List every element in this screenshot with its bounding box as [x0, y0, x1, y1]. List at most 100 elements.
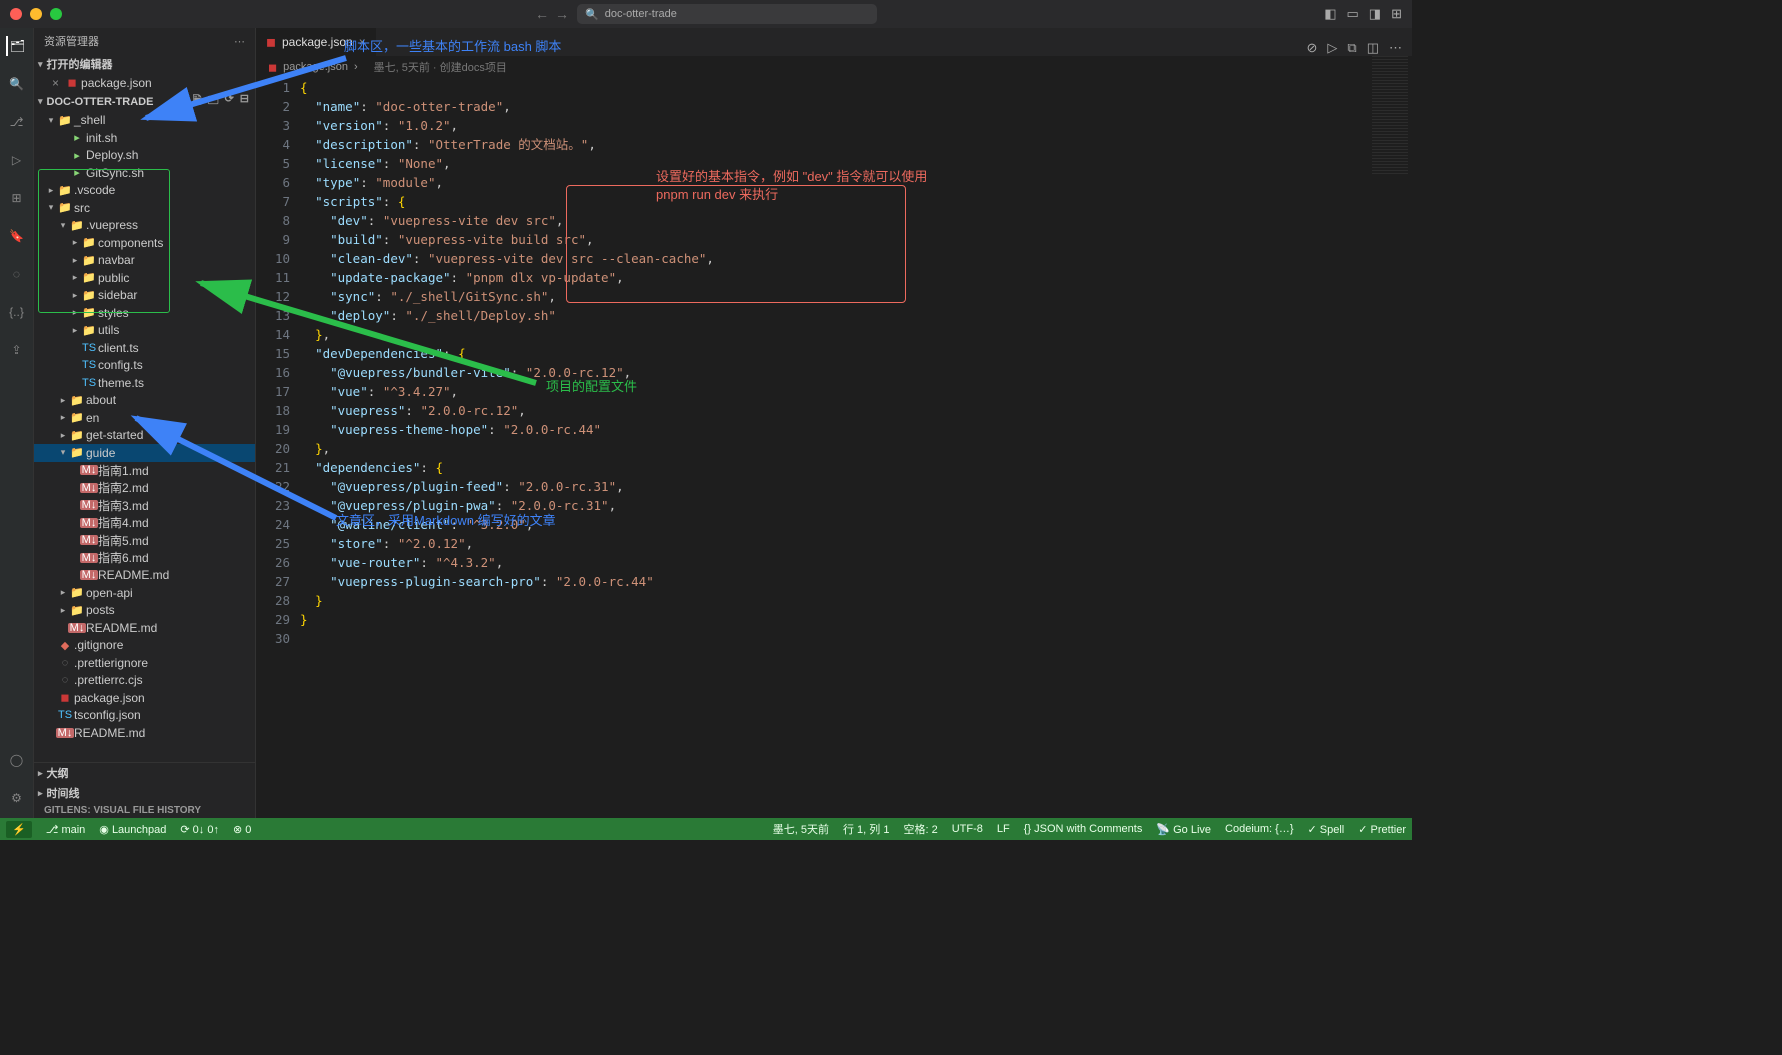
tree-item[interactable]: ▸📁get-started: [34, 427, 255, 445]
layout-customize-icon[interactable]: ⊞: [1391, 6, 1402, 22]
tree-item[interactable]: ▾📁_shell: [34, 112, 255, 130]
twistie-icon: ▸: [58, 587, 68, 598]
minimize-window-icon[interactable]: [30, 8, 42, 20]
problems[interactable]: ⊗ 0: [233, 823, 251, 836]
json-icon[interactable]: {..}: [7, 302, 27, 322]
cursor-position[interactable]: 行 1, 列 1: [843, 821, 889, 837]
tree-item[interactable]: M↓指南6.md: [34, 549, 255, 567]
timeline-header[interactable]: ▸ 时间线: [34, 783, 255, 803]
tree-item[interactable]: ▸📁components: [34, 234, 255, 252]
spell-check[interactable]: ✓ Spell: [1308, 823, 1345, 836]
tree-item[interactable]: TStsconfig.json: [34, 707, 255, 725]
code-editor[interactable]: 1234567891011121314151617181920212223242…: [256, 78, 1412, 818]
gitlens-graph-icon[interactable]: ⊘: [1307, 40, 1318, 56]
codeium-status[interactable]: Codeium: {…}: [1225, 823, 1293, 835]
extensions-icon[interactable]: ⊞: [7, 188, 27, 208]
remote-indicator-icon[interactable]: ⚡: [6, 821, 32, 838]
encoding[interactable]: UTF-8: [952, 823, 983, 835]
prettier-status[interactable]: ✓ Prettier: [1358, 823, 1406, 836]
git-sync[interactable]: ⟳ 0↓ 0↑: [180, 823, 219, 836]
tree-item[interactable]: ▸📁sidebar: [34, 287, 255, 305]
source-control-icon[interactable]: ⎇: [7, 112, 27, 132]
tree-item[interactable]: ▸📁public: [34, 269, 255, 287]
eol[interactable]: LF: [997, 823, 1010, 835]
tree-item[interactable]: TStheme.ts: [34, 374, 255, 392]
layout-panel-left-icon[interactable]: ◧: [1324, 6, 1336, 22]
tree-item[interactable]: M↓指南1.md: [34, 462, 255, 480]
tree-item[interactable]: ▸GitSync.sh: [34, 164, 255, 182]
tree-item[interactable]: ▸init.sh: [34, 129, 255, 147]
open-editors-header[interactable]: ▾ 打开的编辑器: [34, 54, 255, 74]
close-window-icon[interactable]: [10, 8, 22, 20]
go-live[interactable]: 📡 Go Live: [1156, 823, 1211, 836]
tree-item[interactable]: ▸📁.vscode: [34, 182, 255, 200]
launchpad[interactable]: ◉ Launchpad: [99, 823, 166, 836]
tree-item[interactable]: TSconfig.ts: [34, 357, 255, 375]
tree-item[interactable]: ▾📁.vuepress: [34, 217, 255, 235]
tree-item-label: 指南3.md: [98, 497, 149, 514]
gitlens-status-blame[interactable]: 墨七, 5天前: [773, 821, 829, 837]
tab-package-json[interactable]: ◼ package.json ×: [256, 28, 377, 56]
layout-panel-bottom-icon[interactable]: ▭: [1347, 6, 1359, 22]
tree-item-label: 指南2.md: [98, 479, 149, 496]
code-content[interactable]: { "name": "doc-otter-trade", "version": …: [300, 78, 1412, 818]
language-mode[interactable]: {} JSON with Comments: [1024, 823, 1143, 835]
tree-item[interactable]: ▾📁src: [34, 199, 255, 217]
close-icon[interactable]: ×: [52, 76, 59, 90]
split-editor-icon[interactable]: ◫: [1367, 40, 1379, 56]
tree-item[interactable]: M↓指南3.md: [34, 497, 255, 515]
tree-item[interactable]: ▸📁styles: [34, 304, 255, 322]
tree-item[interactable]: ◼package.json: [34, 689, 255, 707]
explorer-icon[interactable]: 🗂: [6, 36, 26, 56]
close-tab-icon[interactable]: ×: [359, 35, 366, 49]
minimap[interactable]: [1372, 56, 1408, 176]
tree-item[interactable]: ▸📁en: [34, 409, 255, 427]
settings-gear-icon[interactable]: ⚙: [7, 788, 27, 808]
indentation[interactable]: 空格: 2: [903, 821, 937, 837]
account-icon[interactable]: ◯: [7, 750, 27, 770]
refresh-icon[interactable]: ⟳: [225, 92, 234, 111]
open-editor-item[interactable]: ×◼package.json: [34, 74, 255, 92]
compare-icon[interactable]: ⧉: [1347, 40, 1356, 56]
run-debug-icon[interactable]: ▷: [7, 150, 27, 170]
tree-item[interactable]: ◌.prettierignore: [34, 654, 255, 672]
twistie-icon: ▸: [58, 412, 68, 423]
run-icon[interactable]: ▷: [1327, 40, 1337, 56]
tree-item[interactable]: ▸📁open-api: [34, 584, 255, 602]
maximize-window-icon[interactable]: [50, 8, 62, 20]
tree-item[interactable]: ▾📁guide: [34, 444, 255, 462]
tree-item[interactable]: ▸📁about: [34, 392, 255, 410]
tree-item[interactable]: M↓指南2.md: [34, 479, 255, 497]
tree-item[interactable]: M↓指南4.md: [34, 514, 255, 532]
more-actions-icon[interactable]: ⋯: [1389, 40, 1402, 56]
tree-item[interactable]: TSclient.ts: [34, 339, 255, 357]
gitlens-header[interactable]: GITLENS: VISUAL FILE HISTORY: [34, 803, 255, 818]
docker-icon[interactable]: ◌: [7, 264, 27, 284]
collapse-all-icon[interactable]: ⊟: [240, 92, 249, 111]
project-header[interactable]: ▾ DOC-OTTER-TRADE 🗎 🗀 ⟳ ⊟: [34, 92, 255, 112]
tree-item[interactable]: ▸📁posts: [34, 602, 255, 620]
explorer-more-icon[interactable]: ⋯: [234, 35, 245, 48]
tree-item[interactable]: ▸📁utils: [34, 322, 255, 340]
search-activity-icon[interactable]: 🔍: [7, 74, 27, 94]
tree-item[interactable]: ▸Deploy.sh: [34, 147, 255, 165]
bookmark-icon[interactable]: 🔖: [7, 226, 27, 246]
tree-item[interactable]: ◆.gitignore: [34, 637, 255, 655]
tree-item[interactable]: ◌.prettierrc.cjs: [34, 672, 255, 690]
new-folder-icon[interactable]: 🗀: [208, 92, 219, 111]
share-icon[interactable]: ⇪: [7, 340, 27, 360]
tree-item[interactable]: ▸📁navbar: [34, 252, 255, 270]
tree-item[interactable]: M↓README.md: [34, 724, 255, 742]
nav-forward-icon[interactable]: →: [555, 6, 569, 22]
git-branch[interactable]: ⎇ main: [46, 823, 86, 836]
outline-header[interactable]: ▸ 大纲: [34, 763, 255, 783]
tree-item[interactable]: M↓README.md: [34, 567, 255, 585]
tree-item[interactable]: M↓指南5.md: [34, 532, 255, 550]
breadcrumb[interactable]: ◼ package.json › 墨七, 5天前 · 创建docs项目: [256, 56, 1412, 78]
command-center[interactable]: 🔍 doc-otter-trade: [577, 4, 877, 24]
new-file-icon[interactable]: 🗎: [193, 92, 202, 111]
layout-panel-right-icon[interactable]: ◨: [1369, 6, 1381, 22]
nav-back-icon[interactable]: ←: [535, 6, 549, 22]
line-numbers: 1234567891011121314151617181920212223242…: [256, 78, 300, 818]
tree-item[interactable]: M↓README.md: [34, 619, 255, 637]
